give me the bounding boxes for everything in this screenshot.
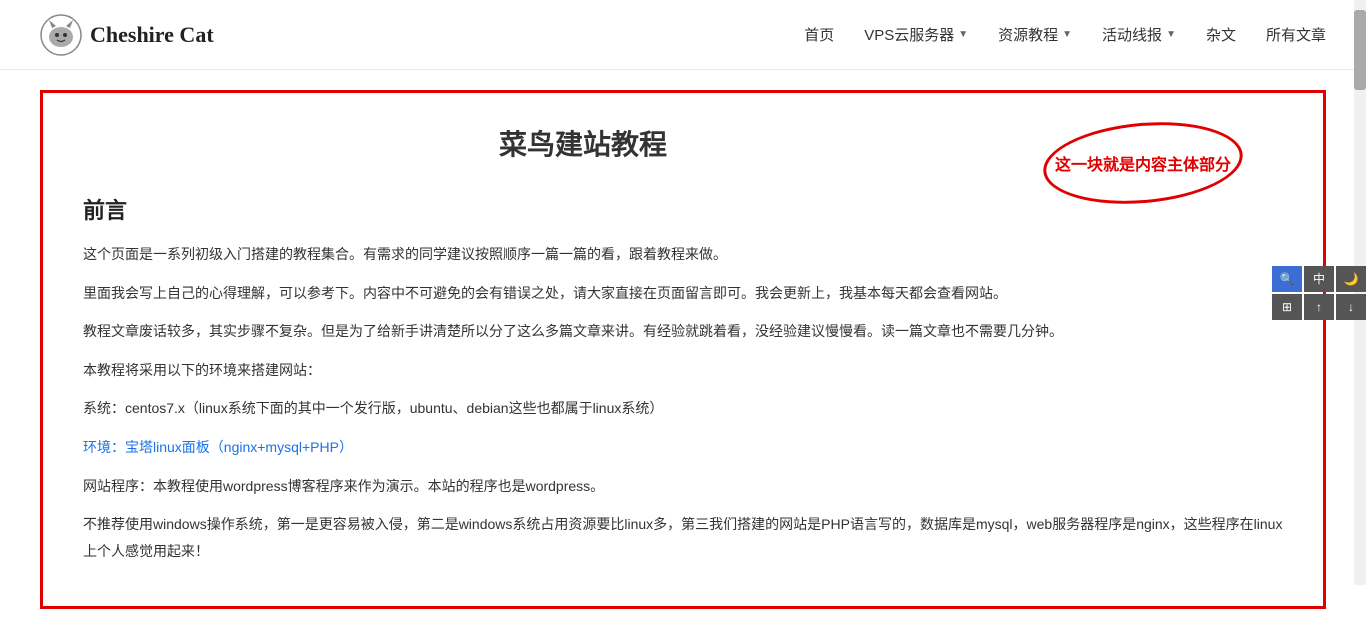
toolbar-btn-search[interactable]: 🔍 bbox=[1272, 266, 1302, 292]
paragraph-3: 教程文章废话较多，其实步骤不复杂。但是为了给新手讲清楚所以分了这么多篇文章来讲。… bbox=[83, 318, 1283, 345]
nav-resources[interactable]: 资源教程 ▼ bbox=[998, 20, 1072, 49]
nav-resources-arrow: ▼ bbox=[1062, 29, 1072, 40]
paragraph-6: 环境：宝塔linux面板（nginx+mysql+PHP） bbox=[83, 434, 1283, 461]
toolbar-btn-grid[interactable]: ⊞ bbox=[1272, 294, 1302, 320]
logo-area[interactable]: Cheshire Cat bbox=[40, 14, 214, 56]
toolbar-row-2: ⊞ ↑ ↓ bbox=[1272, 294, 1366, 320]
right-toolbar: 🔍 中 🌙 ⊞ ↑ ↓ bbox=[1272, 266, 1366, 320]
nav-vps-arrow: ▼ bbox=[958, 29, 968, 40]
scrollbar-thumb[interactable] bbox=[1354, 10, 1366, 90]
nav-home[interactable]: 首页 bbox=[804, 20, 834, 49]
nav-vps[interactable]: VPS云服务器 ▼ bbox=[864, 20, 968, 49]
header: Cheshire Cat 首页 VPS云服务器 ▼ 资源教程 ▼ 活动线报 ▼ … bbox=[0, 0, 1366, 70]
toolbar-btn-lang[interactable]: 中 bbox=[1304, 266, 1334, 292]
paragraph-4: 本教程将采用以下的环境来搭建网站： bbox=[83, 357, 1283, 384]
toolbar-btn-down[interactable]: ↓ bbox=[1336, 294, 1366, 320]
annotation-text: 这一块就是内容主体部分 bbox=[1055, 151, 1231, 175]
nav-events[interactable]: 活动线报 ▼ bbox=[1102, 20, 1176, 49]
main-content: 这一块就是内容主体部分 菜鸟建站教程 前言 这个页面是一系列初级入门搭建的教程集… bbox=[0, 90, 1366, 609]
toolbar-btn-night[interactable]: 🌙 bbox=[1336, 266, 1366, 292]
toolbar-btn-up[interactable]: ↑ bbox=[1304, 294, 1334, 320]
nav-misc[interactable]: 杂文 bbox=[1206, 20, 1236, 49]
logo-text: Cheshire Cat bbox=[90, 22, 214, 48]
main-nav: 首页 VPS云服务器 ▼ 资源教程 ▼ 活动线报 ▼ 杂文 所有文章 bbox=[804, 20, 1326, 49]
nav-all-articles[interactable]: 所有文章 bbox=[1266, 20, 1326, 49]
toolbar-row-1: 🔍 中 🌙 bbox=[1272, 266, 1366, 292]
content-box: 这一块就是内容主体部分 菜鸟建站教程 前言 这个页面是一系列初级入门搭建的教程集… bbox=[40, 90, 1326, 609]
paragraph-8: 不推荐使用windows操作系统，第一是更容易被入侵，第二是windows系统占… bbox=[83, 511, 1283, 564]
paragraph-2: 里面我会写上自己的心得理解，可以参考下。内容中不可避免的会有错误之处，请大家直接… bbox=[83, 280, 1283, 307]
nav-events-arrow: ▼ bbox=[1166, 29, 1176, 40]
paragraph-5: 系统：centos7.x（linux系统下面的其中一个发行版，ubuntu、de… bbox=[83, 395, 1283, 422]
paragraph-1: 这个页面是一系列初级入门搭建的教程集合。有需求的同学建议按照顺序一篇一篇的看，跟… bbox=[83, 241, 1283, 268]
logo-icon bbox=[40, 14, 82, 56]
paragraph-7: 网站程序：本教程使用wordpress博客程序来作为演示。本站的程序也是word… bbox=[83, 473, 1283, 500]
